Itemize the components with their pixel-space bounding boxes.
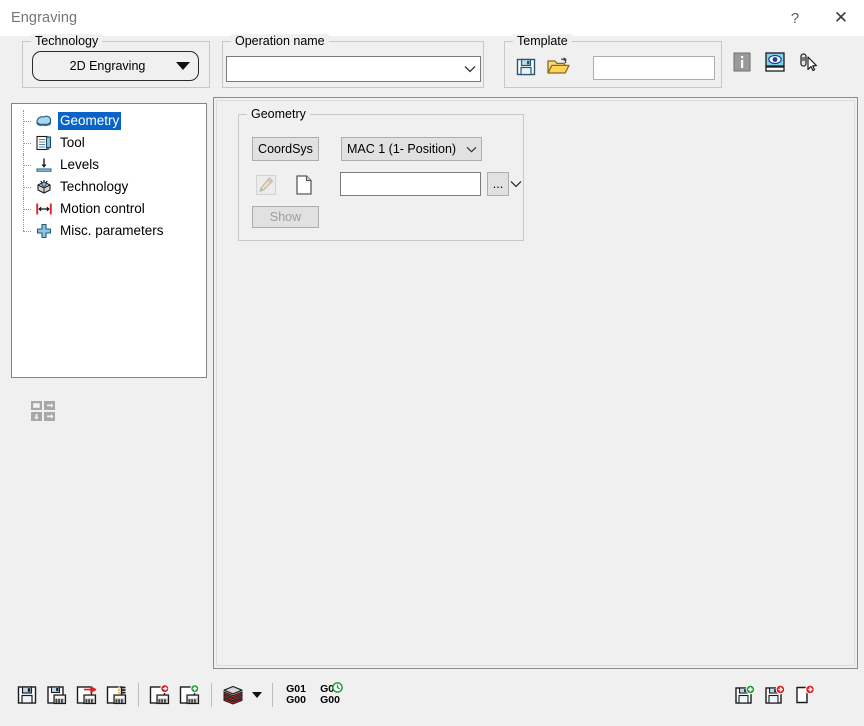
page-next-red-icon[interactable] bbox=[790, 680, 820, 710]
tree-item-label: Technology bbox=[60, 179, 129, 194]
tree-item-misc-parameters[interactable]: Misc. parameters bbox=[12, 220, 206, 242]
layers-icon[interactable] bbox=[218, 680, 248, 710]
operation-name-group: Operation name bbox=[222, 34, 484, 88]
coordsys-selected-value: MAC 1 (1- Position) bbox=[347, 142, 457, 156]
bottom-toolbar: G01 G00 G00 G00 bbox=[0, 672, 864, 726]
save-add-green-icon[interactable] bbox=[730, 680, 760, 710]
save-template-icon[interactable] bbox=[513, 54, 539, 80]
tree-item-levels[interactable]: Levels bbox=[12, 154, 206, 176]
operation-name-input[interactable] bbox=[227, 58, 460, 80]
template-group: Template bbox=[504, 34, 722, 88]
bottom-toolbar-left: G01 G00 G00 G00 bbox=[12, 680, 347, 710]
header-tool-icons bbox=[730, 50, 820, 74]
motion-control-icon bbox=[34, 200, 54, 218]
dialog-body: Geometry Tool Levels Technology Motion c… bbox=[0, 94, 864, 672]
tree-item-motion-control[interactable]: Motion control bbox=[12, 198, 206, 220]
technology-icon bbox=[34, 178, 54, 196]
toolbar-separator bbox=[138, 683, 139, 707]
toolbar-separator bbox=[272, 683, 273, 707]
pick-tool-icon[interactable] bbox=[796, 50, 820, 74]
show-button[interactable]: Show bbox=[252, 206, 319, 228]
tree-item-label: Misc. parameters bbox=[60, 223, 164, 238]
chevron-down-icon bbox=[461, 146, 481, 153]
technology-dropdown[interactable]: 2D Engraving bbox=[32, 51, 199, 81]
open-template-icon[interactable] bbox=[545, 54, 571, 80]
technology-group: Technology 2D Engraving bbox=[22, 34, 210, 88]
g00-g00-button[interactable]: G00 G00 bbox=[313, 680, 347, 710]
misc-parameters-icon bbox=[34, 222, 54, 240]
tree-item-tool[interactable]: Tool bbox=[12, 132, 206, 154]
edit-geometry-icon[interactable] bbox=[253, 172, 279, 198]
tool-icon bbox=[34, 134, 54, 152]
levels-icon bbox=[34, 156, 54, 174]
toolbar-separator bbox=[211, 683, 212, 707]
g00-line2: G00 bbox=[320, 694, 340, 706]
content-inner-frame: Geometry CoordSys MAC 1 (1- Position) ..… bbox=[216, 100, 855, 666]
template-name-field[interactable] bbox=[593, 56, 715, 80]
title-bar: Engraving ? ✕ bbox=[0, 0, 864, 36]
operation-name-combobox[interactable] bbox=[226, 56, 481, 82]
close-button[interactable]: ✕ bbox=[818, 0, 864, 36]
bottom-toolbar-right bbox=[730, 680, 820, 710]
save-icon[interactable] bbox=[12, 680, 42, 710]
chevron-down-icon bbox=[168, 62, 198, 70]
chevron-down-icon[interactable] bbox=[510, 180, 522, 188]
preview-icon[interactable] bbox=[763, 50, 787, 74]
window-controls: ? ✕ bbox=[772, 0, 864, 36]
technology-selected-value: 2D Engraving bbox=[69, 59, 146, 73]
geometry-input[interactable] bbox=[341, 174, 510, 194]
geometry-group: Geometry CoordSys MAC 1 (1- Position) ..… bbox=[238, 107, 524, 241]
help-button[interactable]: ? bbox=[772, 0, 818, 36]
tree-item-label: Geometry bbox=[58, 112, 122, 130]
rearrange-pages-icon[interactable] bbox=[28, 397, 58, 425]
tree-item-label: Motion control bbox=[60, 201, 145, 216]
g01-g00-button[interactable]: G01 G00 bbox=[279, 680, 313, 710]
geometry-combobox[interactable] bbox=[340, 172, 522, 196]
operation-name-group-label: Operation name bbox=[231, 34, 329, 48]
save-list-icon[interactable] bbox=[102, 680, 132, 710]
tree-item-label: Tool bbox=[60, 135, 85, 150]
tree-item-geometry[interactable]: Geometry bbox=[12, 110, 206, 132]
technology-group-label: Technology bbox=[31, 34, 103, 48]
geometry-group-label: Geometry bbox=[247, 107, 310, 121]
tree-item-label: Levels bbox=[60, 157, 100, 172]
save-calc-icon[interactable] bbox=[42, 680, 72, 710]
chevron-down-icon[interactable] bbox=[460, 65, 480, 73]
content-panel: Geometry CoordSys MAC 1 (1- Position) ..… bbox=[213, 97, 858, 669]
coordsys-button[interactable]: CoordSys bbox=[252, 137, 319, 161]
new-geometry-icon[interactable] bbox=[291, 172, 317, 198]
tree-item-technology[interactable]: Technology bbox=[12, 176, 206, 198]
g01-line2: G00 bbox=[286, 694, 306, 706]
layers-dropdown-arrow[interactable] bbox=[248, 680, 266, 710]
window-title: Engraving bbox=[11, 10, 78, 26]
geometry-icon bbox=[34, 112, 54, 130]
save-red-icon[interactable] bbox=[145, 680, 175, 710]
info-icon[interactable] bbox=[730, 50, 754, 74]
navigation-tree[interactable]: Geometry Tool Levels Technology Motion c… bbox=[11, 103, 207, 378]
coordsys-dropdown[interactable]: MAC 1 (1- Position) bbox=[341, 137, 482, 161]
geometry-browse-button[interactable]: ... bbox=[487, 172, 509, 196]
save-exit-icon[interactable] bbox=[72, 680, 102, 710]
header-strip: Technology 2D Engraving Operation name T… bbox=[0, 34, 864, 94]
save-next-red-icon[interactable] bbox=[760, 680, 790, 710]
template-group-label: Template bbox=[513, 34, 572, 48]
save-green-icon[interactable] bbox=[175, 680, 205, 710]
